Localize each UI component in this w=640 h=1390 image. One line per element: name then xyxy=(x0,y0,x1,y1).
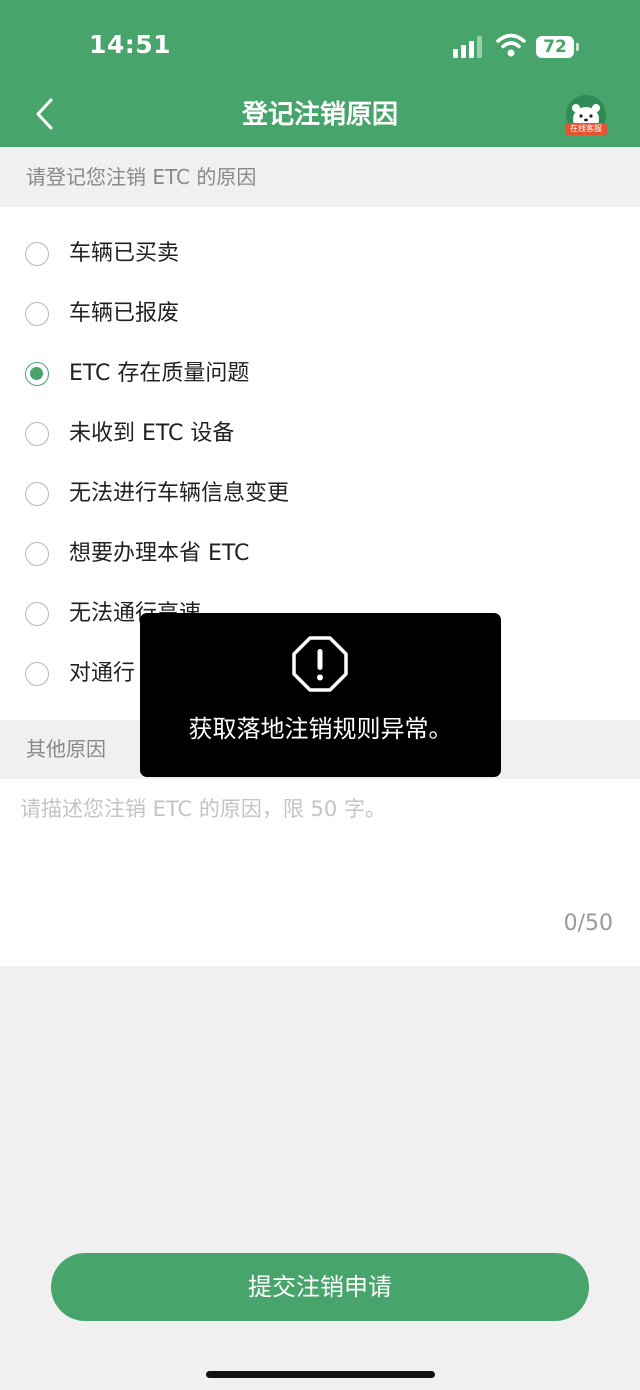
radio-button[interactable] xyxy=(25,602,49,626)
error-toast: 获取落地注销规则异常。 xyxy=(140,613,501,777)
page-title: 登记注销原因 xyxy=(241,100,398,130)
status-time: 14:51 xyxy=(89,30,172,59)
textarea-placeholder: 请描述您注销 ETC 的原因，限 50 字。 xyxy=(20,797,386,821)
radio-button[interactable] xyxy=(25,662,49,686)
radio-button[interactable] xyxy=(25,422,49,446)
reason-option-5[interactable]: 无法进行车辆信息变更 xyxy=(0,465,640,525)
submit-cancellation-button[interactable]: 提交注销申请 xyxy=(51,1253,589,1321)
app-header: 14:51 72 登记注销原因 在线客服 xyxy=(0,0,640,147)
wifi-icon xyxy=(496,33,526,57)
reason-label: 无法进行车辆信息变更 xyxy=(69,481,290,506)
reason-option-4[interactable]: 未收到 ETC 设备 xyxy=(0,405,640,465)
radio-button[interactable] xyxy=(25,302,49,326)
radio-button[interactable] xyxy=(25,542,49,566)
reason-option-2[interactable]: 车辆已报废 xyxy=(0,285,640,345)
home-indicator[interactable] xyxy=(206,1371,435,1378)
battery-icon: 72 xyxy=(536,36,574,58)
other-reason-textarea[interactable]: 请描述您注销 ETC 的原因，限 50 字。 0/50 xyxy=(0,779,640,966)
reason-label: 车辆已买卖 xyxy=(69,241,180,266)
reason-label: 未收到 ETC 设备 xyxy=(69,421,235,446)
radio-button[interactable] xyxy=(25,482,49,506)
radio-button[interactable] xyxy=(25,242,49,266)
reason-label: 车辆已报废 xyxy=(69,301,180,326)
warning-icon xyxy=(292,636,348,692)
cellular-signal-icon xyxy=(453,36,487,58)
reasons-section-header: 请登记您注销 ETC 的原因 xyxy=(26,165,257,189)
reason-label: ETC 存在质量问题 xyxy=(69,361,250,386)
reason-label: 想要办理本省 ETC xyxy=(69,541,250,566)
radio-button-selected[interactable] xyxy=(25,362,49,386)
character-counter: 0/50 xyxy=(563,911,613,936)
reason-option-6[interactable]: 想要办理本省 ETC xyxy=(0,525,640,585)
reason-option-1[interactable]: 车辆已买卖 xyxy=(0,225,640,285)
battery-nub xyxy=(576,43,579,51)
reason-option-3[interactable]: ETC 存在质量问题 xyxy=(0,345,640,405)
reason-label: 对通行 xyxy=(69,661,136,686)
service-badge[interactable]: 在线客服 xyxy=(565,123,607,135)
toast-message: 获取落地注销规则异常。 xyxy=(188,715,453,743)
